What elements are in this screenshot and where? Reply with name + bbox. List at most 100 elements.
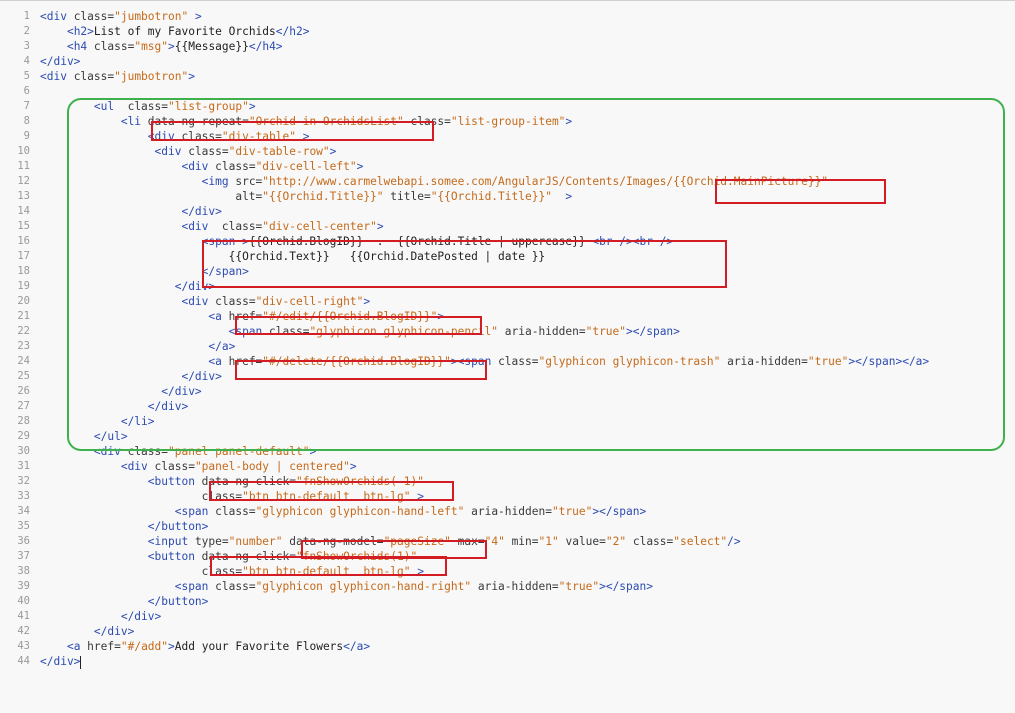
- code-token: {{Message}}: [174, 40, 249, 53]
- code-token: <div: [40, 70, 74, 83]
- code-token: <button: [147, 550, 202, 563]
- line-number: 10: [17, 145, 30, 157]
- line-number: 31: [17, 460, 30, 472]
- line-number: 38: [17, 565, 30, 577]
- line-number: 43: [17, 640, 30, 652]
- code-token: <div: [120, 460, 155, 473]
- line-number: 35: [17, 520, 30, 532]
- line-number: 30: [17, 445, 30, 457]
- code-token: "#/add": [120, 640, 169, 653]
- line-number: 14: [17, 205, 30, 217]
- code-line: <span class="glyphicon glyphicon-hand-ri…: [40, 579, 929, 594]
- line-number: 15: [17, 220, 30, 232]
- code-token: <div: [40, 10, 74, 23]
- line-number: 40: [17, 595, 30, 607]
- code-line: </div>: [40, 54, 929, 69]
- text-cursor: [80, 655, 82, 669]
- line-number: 42: [17, 625, 30, 637]
- code-token: <span: [174, 580, 216, 593]
- line-number: 9: [23, 130, 30, 142]
- line-number: 1: [23, 10, 30, 22]
- line-number: 24: [17, 355, 30, 367]
- line-number: 16: [17, 235, 30, 247]
- highlight-edit-href: [235, 316, 482, 335]
- code-line: </button>: [40, 519, 929, 534]
- code-token: class=: [73, 10, 115, 23]
- line-number: 37: [17, 550, 30, 562]
- code-token: </button>: [147, 520, 209, 533]
- line-number: 20: [17, 295, 30, 307]
- code-token: class=: [154, 460, 195, 473]
- code-token: </div>: [40, 55, 81, 68]
- code-token: "true": [558, 580, 600, 593]
- line-number: 6: [23, 85, 30, 97]
- code-token: >: [349, 460, 357, 473]
- line-number: 25: [17, 370, 30, 382]
- code-token: min=: [504, 535, 539, 548]
- code-token: </h4>: [248, 40, 283, 53]
- code-token: "panel-body | centered": [194, 460, 350, 473]
- code-editor[interactable]: 1 2 3 4 5 6 7 8 9 10 11 12 13 14 15 16 17 18 19 20 21 22 23 24 2…: [0, 0, 1015, 713]
- line-number: 7: [23, 100, 30, 112]
- line-number: 27: [17, 400, 30, 412]
- line-number: 19: [17, 280, 30, 292]
- highlight-click-prev: [209, 481, 454, 501]
- highlight-main-picture: [715, 179, 886, 204]
- code-line: </div>: [40, 654, 929, 669]
- code-token: Add your Favorite Flowers: [174, 640, 344, 653]
- line-number: 11: [17, 160, 30, 172]
- code-token: <span: [174, 505, 216, 518]
- code-token: class=: [73, 70, 115, 83]
- line-number: 3: [23, 40, 30, 52]
- code-token: "2": [605, 535, 627, 548]
- code-token: aria-hidden=: [464, 505, 552, 518]
- code-token: "jumbotron": [114, 10, 189, 23]
- code-token: >: [168, 40, 175, 53]
- code-token: <button: [147, 475, 202, 488]
- code-token: href=: [87, 640, 121, 653]
- code-token: </h2>: [275, 25, 310, 38]
- line-number: 18: [17, 265, 30, 277]
- highlight-delete-href: [235, 360, 487, 380]
- line-number: 41: [17, 610, 30, 622]
- code-token: "jumbotron": [114, 70, 189, 83]
- code-token: <input: [147, 535, 195, 548]
- code-token: >: [168, 640, 175, 653]
- line-number: 23: [17, 340, 30, 352]
- code-line: <button data-ng-click="fnShowOrchids(-1)…: [40, 474, 929, 489]
- code-line: <h4 class="msg">{{Message}}</h4>: [40, 39, 929, 54]
- code-line: </button>: [40, 594, 929, 609]
- highlight-click-next: [210, 556, 447, 576]
- code-line: <a href="#/add">Add your Favorite Flower…: [40, 639, 929, 654]
- code-token: "msg": [134, 40, 169, 53]
- code-token: type=: [194, 535, 229, 548]
- code-token: <h4: [66, 40, 94, 53]
- line-number: 4: [23, 55, 30, 67]
- code-token: "4": [484, 535, 505, 548]
- line-number: 44: [17, 655, 30, 667]
- line-number: 34: [17, 505, 30, 517]
- code-token: "1": [538, 535, 559, 548]
- code-line: <div class="jumbotron" >: [40, 9, 929, 24]
- code-token: <h2>: [66, 25, 94, 38]
- code-token: class=: [626, 535, 674, 548]
- code-line: class="btn btn-default btn-lg" >: [40, 489, 929, 504]
- code-token: class=: [215, 580, 256, 593]
- code-token: "glyphicon glyphicon-hand-left": [255, 505, 465, 518]
- code-line: </div>: [40, 624, 929, 639]
- code-token: ></span>: [599, 580, 653, 593]
- code-token: >: [188, 70, 195, 83]
- code-line: </div>: [40, 609, 929, 624]
- highlight-span-text: [202, 240, 727, 288]
- code-line: <div class="jumbotron">: [40, 69, 929, 84]
